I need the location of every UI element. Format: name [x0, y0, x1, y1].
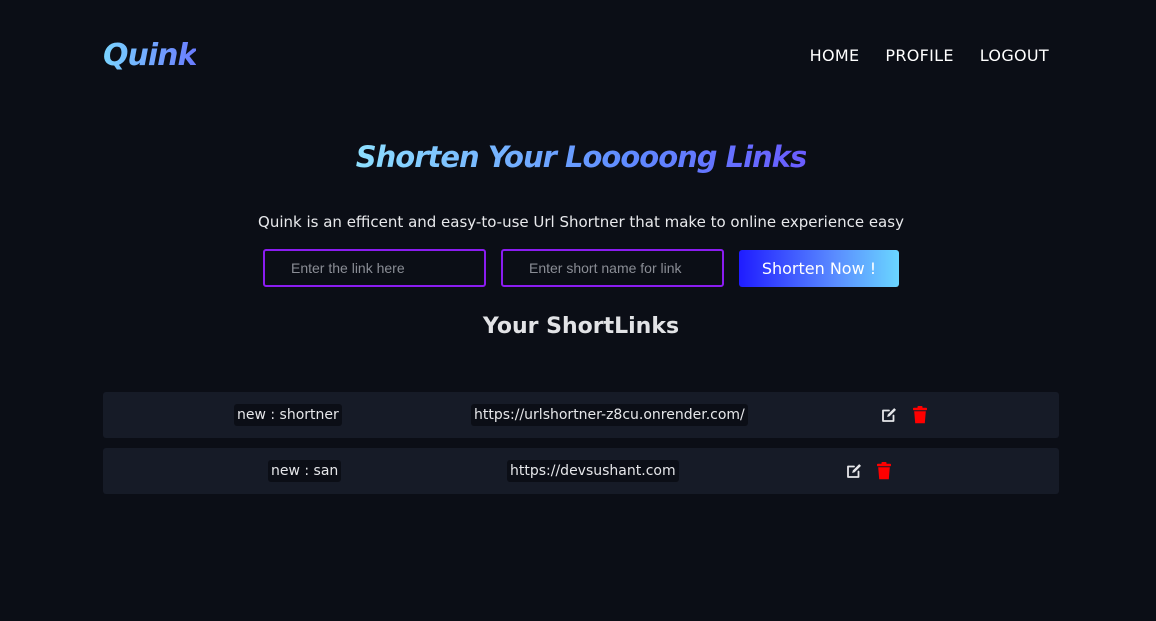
shortlinks-title: Your ShortLinks	[482, 314, 680, 339]
shorten-now-button[interactable]: Shorten Now !	[739, 250, 899, 287]
trash-icon[interactable]	[874, 461, 894, 481]
page: Quink HOME PROFILE LOGOUT Shorten Your L…	[0, 0, 1156, 621]
short-name-input[interactable]	[501, 249, 724, 287]
edit-icon[interactable]	[844, 461, 864, 481]
edit-icon-graphic	[882, 408, 896, 422]
hero-subtitle: Quink is an efficent and easy-to-use Url…	[258, 213, 904, 231]
edit-icon-graphic	[847, 464, 861, 478]
nav-profile-link[interactable]: PROFILE	[885, 46, 953, 65]
shortlink-name: new : shortner	[234, 404, 342, 426]
shortlink-url[interactable]: https://urlshortner-z8cu.onrender.com/	[471, 404, 748, 426]
edit-icon[interactable]	[879, 405, 899, 425]
shortlink-row: new : shortner https://urlshortner-z8cu.…	[103, 392, 1059, 438]
hero-headline-text: Shorten Your Looooong Links	[355, 140, 807, 174]
shortlink-url[interactable]: https://devsushant.com	[507, 460, 679, 482]
logo[interactable]: Quink	[103, 38, 197, 73]
trash-icon[interactable]	[910, 405, 930, 425]
nav-home-link[interactable]: HOME	[810, 46, 860, 65]
hero-headline: Shorten Your Looooong Links	[0, 140, 1156, 174]
top-nav: HOME PROFILE LOGOUT	[810, 46, 1049, 65]
link-input[interactable]	[263, 249, 486, 287]
trash-icon-graphic	[877, 462, 891, 480]
nav-logout-link[interactable]: LOGOUT	[980, 46, 1049, 65]
shortlink-row: new : san https://devsushant.com	[103, 448, 1059, 494]
shortlink-name: new : san	[268, 460, 342, 482]
trash-icon-graphic	[913, 406, 927, 424]
